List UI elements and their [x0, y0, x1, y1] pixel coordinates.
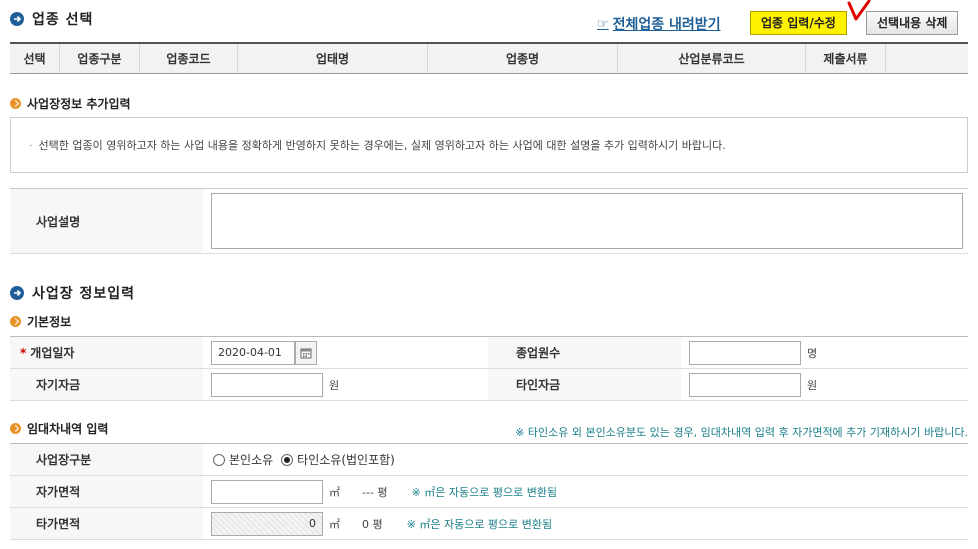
radio-other-property[interactable]	[281, 453, 294, 466]
business-description-label: 사업설명	[10, 189, 203, 253]
lease-info-note: ※ 타인소유 외 본인소유분도 있는 경우, 임대차내역 입력 후 자가면적에 …	[515, 426, 968, 439]
col-industry-name: 업종명	[428, 44, 618, 73]
orange-arrow-icon	[10, 316, 21, 327]
industry-table-header: 선택 업종구분 업종코드 업태명 업종명 산업분류코드 제출서류	[10, 42, 968, 74]
extra-info-title: 사업장정보 추가입력	[27, 97, 131, 111]
other-area-auto-convert-note: ※ ㎡은 자동으로 평으로 변환됨	[406, 517, 553, 531]
col-documents: 제출서류	[806, 44, 886, 73]
radio-other-property-label[interactable]: 타인소유(법인포함)	[297, 451, 395, 468]
lease-info-title: 임대차내역 입력	[27, 422, 109, 436]
employees-unit: 명	[807, 346, 818, 360]
industry-section-header: 업종 선택	[10, 9, 93, 29]
basic-info-row-1: * 개업일자 2020-04-01 종업원수 명	[10, 337, 968, 369]
basic-info-table: * 개업일자 2020-04-01 종업원수 명 자기자금 원 타인자금 원	[10, 336, 968, 401]
basic-info-title: 기본정보	[27, 315, 72, 329]
lease-info-header: 임대차내역 입력	[10, 420, 108, 437]
col-industry-class-code: 산업분류코드	[618, 44, 806, 73]
other-capital-input[interactable]	[689, 372, 801, 397]
own-capital-input[interactable]	[211, 372, 323, 397]
extra-info-header: 사업장정보 추가입력	[10, 95, 131, 112]
open-date-label: 개업일자	[30, 346, 75, 360]
business-place-type-label: 사업장구분	[10, 444, 203, 475]
own-area-row: 자가면적 ㎡ --- 평 ※ ㎡은 자동으로 평으로 변환됨	[10, 476, 968, 508]
industry-section-title: 업종 선택	[32, 12, 94, 28]
employees-label: 종업원수	[488, 337, 681, 368]
other-area-pyeong: 0 평	[362, 517, 383, 531]
own-capital-label: 자기자금	[10, 369, 203, 400]
red-check-mark-icon	[847, 0, 871, 21]
extra-info-notice: · 선택한 업종이 영위하고자 하는 사업 내용을 정확하게 반영하지 못하는 …	[10, 117, 968, 173]
orange-arrow-icon	[10, 423, 21, 434]
employees-input[interactable]	[689, 340, 801, 365]
open-date-label-cell: * 개업일자	[10, 337, 203, 368]
own-area-pyeong: --- 평	[362, 485, 388, 499]
business-info-header: 사업장 정보입력	[10, 283, 135, 303]
calendar-icon[interactable]	[295, 340, 317, 365]
business-description-textarea[interactable]	[211, 193, 963, 249]
extra-info-notice-text: 선택한 업종이 영위하고자 하는 사업 내용을 정확하게 반영하지 못하는 경우…	[38, 139, 726, 152]
other-capital-unit: 원	[807, 378, 818, 392]
business-info-title: 사업장 정보입력	[32, 286, 136, 302]
other-area-input: 0	[211, 511, 323, 536]
own-capital-unit: 원	[329, 378, 340, 392]
own-area-input[interactable]	[211, 479, 323, 504]
own-area-label: 자가면적	[10, 476, 203, 507]
col-empty	[886, 44, 968, 73]
basic-info-header: 기본정보	[10, 313, 71, 330]
other-area-unit: ㎡	[329, 517, 340, 531]
orange-arrow-icon	[10, 98, 21, 109]
own-area-auto-convert-note: ※ ㎡은 자동으로 평으로 변환됨	[411, 485, 558, 499]
other-capital-label: 타인자금	[488, 369, 681, 400]
col-select: 선택	[10, 44, 60, 73]
arrow-circle-icon	[10, 12, 24, 26]
col-industry-code: 업종코드	[140, 44, 238, 73]
lease-info-table: 사업장구분 본인소유 타인소유(법인포함) 자가면적 ㎡ --- 평 ※ ㎡은 …	[10, 443, 968, 540]
col-business-type-name: 업태명	[238, 44, 428, 73]
other-area-row: 타가면적 0 ㎡ 0 평 ※ ㎡은 자동으로 평으로 변환됨	[10, 508, 968, 540]
download-all-industries-link[interactable]: ☞ 전체업종 내려받기	[597, 14, 721, 34]
basic-info-row-2: 자기자금 원 타인자금 원	[10, 369, 968, 401]
bullet-icon: ·	[29, 138, 33, 152]
arrow-circle-icon	[10, 286, 24, 300]
own-area-unit: ㎡	[329, 485, 340, 499]
open-date-input[interactable]: 2020-04-01	[211, 340, 295, 365]
col-industry-type: 업종구분	[60, 44, 140, 73]
business-description-row: 사업설명	[10, 188, 968, 254]
industry-input-edit-button[interactable]: 업종 입력/수정	[750, 11, 847, 35]
radio-own-property[interactable]	[213, 453, 225, 466]
download-all-label: 전체업종 내려받기	[612, 17, 721, 33]
required-asterisk-icon: *	[20, 345, 27, 360]
radio-own-property-label[interactable]: 본인소유	[229, 451, 273, 468]
other-area-label: 타가면적	[10, 508, 203, 539]
delete-selection-button[interactable]: 선택내용 삭제	[866, 11, 959, 35]
pointing-hand-icon: ☞	[597, 16, 609, 32]
business-place-type-row: 사업장구분 본인소유 타인소유(법인포함)	[10, 444, 968, 476]
